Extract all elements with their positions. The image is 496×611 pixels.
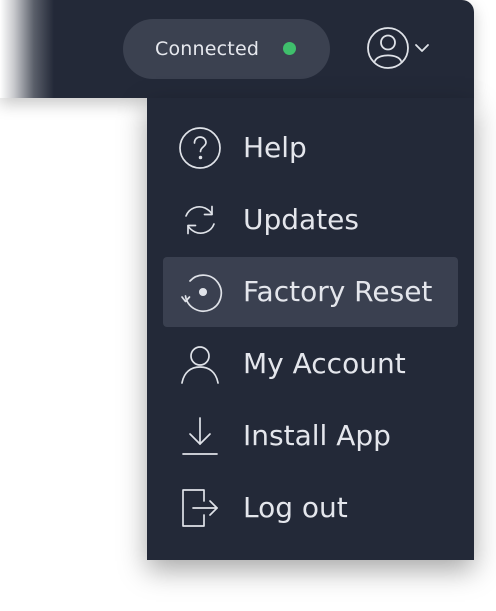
connection-status-pill: Connected (123, 19, 330, 79)
logout-icon (177, 485, 223, 531)
menu-item-install-app[interactable]: Install App (163, 401, 458, 471)
menu-item-label: Factory Reset (243, 275, 433, 308)
menu-item-updates[interactable]: Updates (163, 185, 458, 255)
refresh-icon (177, 197, 223, 243)
menu-item-label: My Account (243, 347, 406, 380)
menu-item-help[interactable]: Help (163, 113, 458, 183)
menu-item-factory-reset[interactable]: Factory Reset (163, 257, 458, 327)
account-dropdown-menu: Help Updates Factory Reset My Account In… (147, 98, 474, 560)
menu-item-label: Install App (243, 419, 391, 452)
user-icon (177, 341, 223, 387)
help-circle-icon (177, 125, 223, 171)
status-indicator-dot (283, 42, 296, 55)
menu-item-log-out[interactable]: Log out (163, 473, 458, 543)
top-bar: Connected (0, 0, 474, 98)
menu-item-label: Updates (243, 203, 359, 236)
factory-reset-icon (177, 269, 223, 315)
menu-item-label: Log out (243, 491, 348, 524)
menu-item-my-account[interactable]: My Account (163, 329, 458, 399)
account-menu-button[interactable] (364, 24, 436, 72)
menu-item-label: Help (243, 131, 307, 164)
connection-status-label: Connected (155, 38, 260, 60)
user-circle-icon (367, 27, 409, 69)
download-icon (177, 413, 223, 459)
chevron-down-icon (415, 44, 429, 52)
app-stage: Connected Help Updates Factory Reset My … (0, 0, 496, 611)
